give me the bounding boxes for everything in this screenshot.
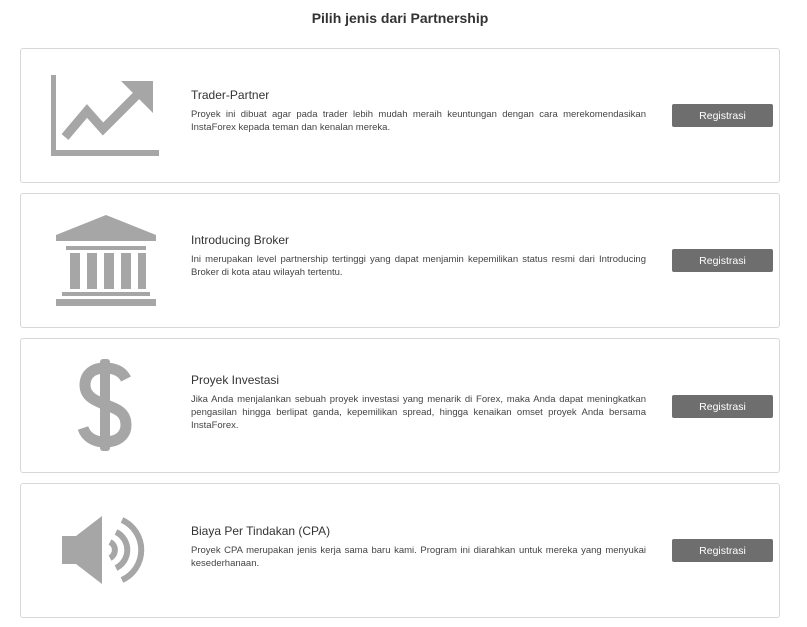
- registrasi-button[interactable]: Registrasi: [672, 395, 773, 418]
- card-content: Trader-Partner Proyek ini dibuat agar pa…: [191, 88, 646, 134]
- card-description: Proyek CPA merupakan jenis kerja sama ba…: [191, 545, 646, 569]
- card-cpa: Biaya Per Tindakan (CPA) Proyek CPA meru…: [20, 483, 780, 618]
- card-introducing-broker: Introducing Broker Ini merupakan level p…: [20, 193, 780, 328]
- card-content: Proyek Investasi Jika Anda menjalankan s…: [191, 373, 646, 432]
- registrasi-button[interactable]: Registrasi: [672, 104, 773, 127]
- card-title: Biaya Per Tindakan (CPA): [191, 524, 331, 538]
- dollar-sign-icon: [51, 359, 161, 451]
- card-description: Proyek ini dibuat agar pada trader lebih…: [191, 109, 646, 133]
- card-title: Introducing Broker: [191, 233, 290, 247]
- card-content: Introducing Broker Ini merupakan level p…: [191, 233, 646, 279]
- chart-up-arrow-icon: [51, 69, 161, 161]
- card-proyek-investasi: Proyek Investasi Jika Anda menjalankan s…: [20, 338, 780, 473]
- page-title: Pilih jenis dari Partnership: [311, 10, 489, 26]
- card-trader-partner: Trader-Partner Proyek ini dibuat agar pa…: [20, 48, 780, 183]
- registrasi-button[interactable]: Registrasi: [672, 539, 773, 562]
- registrasi-button[interactable]: Registrasi: [672, 249, 773, 272]
- card-title: Proyek Investasi: [191, 373, 280, 387]
- card-title: Trader-Partner: [191, 88, 270, 102]
- card-description: Jika Anda menjalankan sebuah proyek inve…: [191, 394, 646, 431]
- card-description: Ini merupakan level partnership tertingg…: [191, 254, 646, 278]
- speaker-volume-icon: [51, 504, 161, 596]
- bank-building-icon: [51, 214, 161, 306]
- card-content: Biaya Per Tindakan (CPA) Proyek CPA meru…: [191, 524, 646, 570]
- partnership-page: Pilih jenis dari Partnership Trader-Part…: [0, 0, 807, 627]
